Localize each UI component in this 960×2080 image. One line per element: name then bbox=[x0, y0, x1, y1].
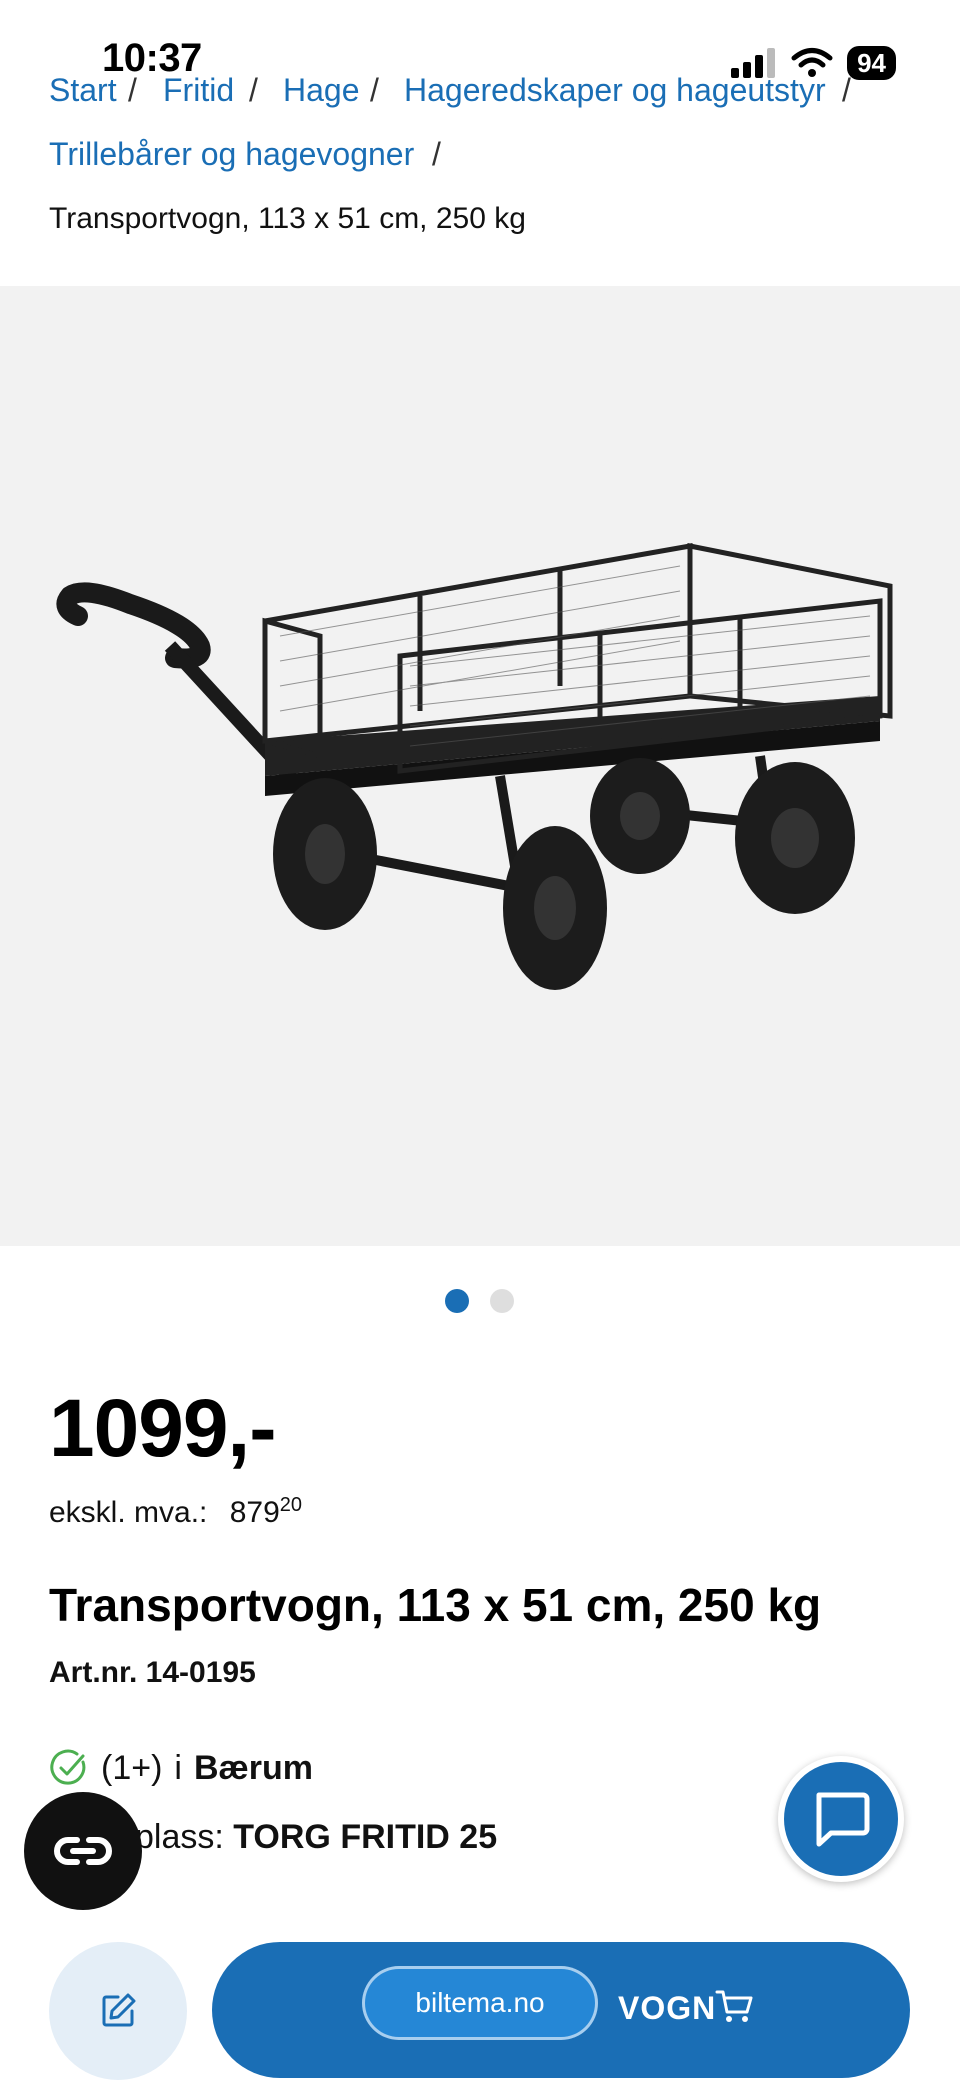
breadcrumb-link-trillebarer[interactable]: Trillebårer og hagevogner bbox=[49, 136, 414, 173]
breadcrumb-separator: / bbox=[249, 72, 258, 108]
breadcrumb-link-start[interactable]: Start bbox=[49, 72, 117, 109]
chat-button[interactable] bbox=[778, 1756, 904, 1882]
stock-in: i bbox=[174, 1748, 182, 1787]
location-value: TORG FRITID 25 bbox=[233, 1818, 498, 1856]
chat-bubble-icon bbox=[816, 1792, 870, 1847]
link-icon bbox=[54, 1837, 112, 1865]
battery-indicator: 94 bbox=[847, 46, 896, 80]
stock-count: (1+) bbox=[101, 1748, 163, 1787]
ex-vat-label: ekskl. mva.: bbox=[49, 1496, 208, 1529]
shopping-list-button[interactable] bbox=[49, 1942, 187, 2080]
edit-icon bbox=[102, 1993, 136, 2027]
product-image bbox=[56, 542, 893, 990]
cart-icon bbox=[715, 1990, 753, 2022]
ex-vat-value: 879 bbox=[229, 1496, 280, 1529]
browser-url-pill[interactable]: biltema.no bbox=[362, 1966, 598, 2040]
breadcrumb-separator: / bbox=[842, 72, 851, 108]
breadcrumb-separator: / bbox=[128, 72, 137, 108]
cobrowse-button[interactable] bbox=[24, 1792, 142, 1910]
breadcrumb-link-hageredskaper[interactable]: Hageredskaper og hageutstyr bbox=[404, 72, 826, 109]
product-title: Transportvogn, 113 x 51 cm, 250 kg bbox=[49, 1579, 822, 1631]
location-label: plass: bbox=[135, 1818, 224, 1856]
stock-store: Bærum bbox=[193, 1748, 314, 1787]
stock-status[interactable]: (1+) i Bærum bbox=[49, 1748, 313, 1788]
check-circle-icon bbox=[50, 1749, 86, 1785]
breadcrumb-separator: / bbox=[432, 136, 441, 172]
add-to-cart-label: VOGN bbox=[618, 1990, 717, 2026]
ex-vat-cents: 20 bbox=[279, 1494, 303, 1516]
breadcrumb-link-fritid[interactable]: Fritid bbox=[163, 72, 234, 109]
carousel-dot[interactable] bbox=[490, 1289, 514, 1313]
cart-wheels bbox=[273, 758, 855, 990]
product-image-gallery[interactable] bbox=[0, 286, 960, 1246]
carousel-dot-active[interactable] bbox=[445, 1289, 469, 1313]
breadcrumb-link-hage[interactable]: Hage bbox=[283, 72, 360, 109]
product-price: 1099,- bbox=[49, 1383, 277, 1474]
price-ex-vat: ekskl. mva.: 87920 bbox=[49, 1494, 302, 1530]
article-number: Art.nr. 14-0195 bbox=[49, 1656, 256, 1689]
breadcrumb-separator: / bbox=[370, 72, 379, 108]
breadcrumb-current: Transportvogn, 113 x 51 cm, 250 kg bbox=[49, 202, 526, 235]
